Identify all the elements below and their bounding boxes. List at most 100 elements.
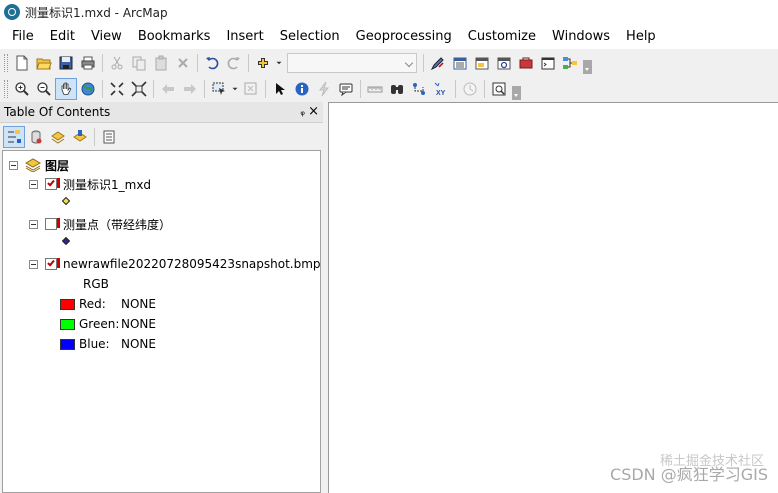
- point-symbol: [62, 197, 70, 205]
- fixed-zoom-out-icon[interactable]: [128, 78, 150, 100]
- html-popup-icon[interactable]: [335, 78, 357, 100]
- list-by-source-icon[interactable]: [25, 126, 47, 148]
- menu-file[interactable]: File: [4, 26, 42, 48]
- toolbar-grip[interactable]: [4, 53, 8, 72]
- band-label: Green:: [79, 317, 120, 331]
- add-data-dropdown-icon[interactable]: [274, 52, 284, 74]
- layers-root[interactable]: 图层: [9, 156, 69, 174]
- new-document-icon[interactable]: [11, 52, 33, 74]
- layers-root-label: 图层: [45, 158, 70, 173]
- arcmap-logo-icon: [4, 4, 20, 20]
- layer-item[interactable]: 测量标识1_mxd: [29, 175, 151, 193]
- paste-icon[interactable]: [150, 52, 172, 74]
- time-slider-icon[interactable]: [459, 78, 481, 100]
- menu-windows[interactable]: Windows: [544, 26, 618, 48]
- list-by-drawing-order-icon[interactable]: [3, 126, 25, 148]
- select-features-icon[interactable]: [208, 78, 230, 100]
- toolbar-grip[interactable]: [4, 79, 8, 98]
- menu-geoprocessing[interactable]: Geoprocessing: [348, 26, 460, 48]
- find-icon[interactable]: [386, 78, 408, 100]
- delete-icon[interactable]: [172, 52, 194, 74]
- editor-icon[interactable]: [427, 52, 449, 74]
- toolbar-separator: [102, 53, 103, 72]
- python-icon[interactable]: [537, 52, 559, 74]
- toc-options-icon[interactable]: [98, 126, 120, 148]
- back-extent-icon[interactable]: [157, 78, 179, 100]
- hyperlink-icon[interactable]: [313, 78, 335, 100]
- standard-toolbar: [0, 50, 778, 75]
- table-of-contents-icon[interactable]: [449, 52, 471, 74]
- open-folder-icon[interactable]: [33, 52, 55, 74]
- red-band-swatch: [60, 298, 75, 310]
- collapse-toggle[interactable]: [29, 219, 38, 229]
- toolbar-separator: [360, 79, 361, 98]
- collapse-toggle[interactable]: [29, 179, 38, 189]
- menu-view[interactable]: View: [83, 26, 130, 48]
- layer-item[interactable]: newrawfile20220728095423snapshot.bmp: [29, 255, 321, 273]
- fixed-zoom-in-icon[interactable]: [106, 78, 128, 100]
- find-route-icon[interactable]: [408, 78, 430, 100]
- toolbar-overflow-button[interactable]: [512, 85, 521, 100]
- menu-edit[interactable]: Edit: [42, 26, 83, 48]
- toolbar-separator: [455, 79, 456, 98]
- catalog-icon[interactable]: [471, 52, 493, 74]
- layer-item[interactable]: 测量点（带经纬度）: [29, 215, 171, 233]
- raster-rgb-label: RGB: [83, 275, 109, 293]
- select-features-dropdown-icon[interactable]: [230, 78, 240, 100]
- layer-name: 测量点（带经纬度）: [63, 217, 172, 232]
- list-by-visibility-icon[interactable]: [47, 126, 69, 148]
- go-to-xy-icon[interactable]: XY: [430, 78, 452, 100]
- zoom-out-icon[interactable]: [33, 78, 55, 100]
- measure-icon[interactable]: [364, 78, 386, 100]
- zoom-in-icon[interactable]: [11, 78, 33, 100]
- menu-help[interactable]: Help: [618, 26, 664, 48]
- map-scale-dropdown[interactable]: [287, 52, 417, 73]
- layer-visibility-checkbox[interactable]: [45, 258, 60, 270]
- forward-extent-icon[interactable]: [179, 78, 201, 100]
- identify-icon[interactable]: [291, 78, 313, 100]
- create-viewer-window-icon[interactable]: [488, 78, 510, 100]
- menu-customize[interactable]: Customize: [460, 26, 544, 48]
- model-builder-icon[interactable]: [559, 52, 581, 74]
- menu-insert[interactable]: Insert: [218, 26, 271, 48]
- layers-icon: [25, 158, 41, 172]
- add-data-icon[interactable]: [252, 52, 274, 74]
- select-elements-icon[interactable]: [269, 78, 291, 100]
- copy-icon[interactable]: [128, 52, 150, 74]
- save-icon[interactable]: [55, 52, 77, 74]
- toolbar-separator: [204, 79, 205, 98]
- blue-band-swatch: [60, 338, 75, 350]
- toolbar-overflow-button[interactable]: [583, 59, 592, 74]
- redo-icon[interactable]: [223, 52, 245, 74]
- collapse-toggle[interactable]: [9, 160, 18, 170]
- print-icon[interactable]: [77, 52, 99, 74]
- menu-bookmarks[interactable]: Bookmarks: [130, 26, 219, 48]
- band-label: Red:: [79, 297, 106, 311]
- search-icon[interactable]: [493, 52, 515, 74]
- layer-visibility-checkbox[interactable]: [45, 218, 60, 230]
- layer-visibility-checkbox[interactable]: [45, 178, 60, 190]
- pin-icon[interactable]: ᵩ: [300, 105, 305, 118]
- full-extent-icon[interactable]: [77, 78, 99, 100]
- arctoolbox-icon[interactable]: [515, 52, 537, 74]
- menu-bar: File Edit View Bookmarks Insert Selectio…: [0, 24, 778, 49]
- band-row-red: Red: NONE: [60, 295, 156, 313]
- map-display[interactable]: 稀土掘金技术社区 CSDN @疯狂学习GIS: [328, 102, 778, 493]
- rgb-label: RGB: [83, 277, 109, 291]
- toolbar-separator: [197, 53, 198, 72]
- toolbar-separator: [248, 53, 249, 72]
- pan-icon[interactable]: [55, 77, 77, 100]
- list-by-selection-icon[interactable]: [69, 126, 91, 148]
- collapse-toggle[interactable]: [29, 259, 38, 269]
- close-icon[interactable]: ×: [308, 104, 319, 119]
- toolbar-separator: [94, 128, 95, 146]
- cut-icon[interactable]: [106, 52, 128, 74]
- window-title: 测量标识1.mxd - ArcMap: [25, 5, 168, 20]
- layer-name: newrawfile20220728095423snapshot.bmp: [63, 257, 321, 271]
- band-value: NONE: [121, 337, 156, 351]
- clear-selection-icon[interactable]: [240, 78, 262, 100]
- undo-icon[interactable]: [201, 52, 223, 74]
- tools-toolbar: XY: [0, 76, 778, 101]
- menu-selection[interactable]: Selection: [272, 26, 348, 48]
- toolbar-separator: [102, 79, 103, 98]
